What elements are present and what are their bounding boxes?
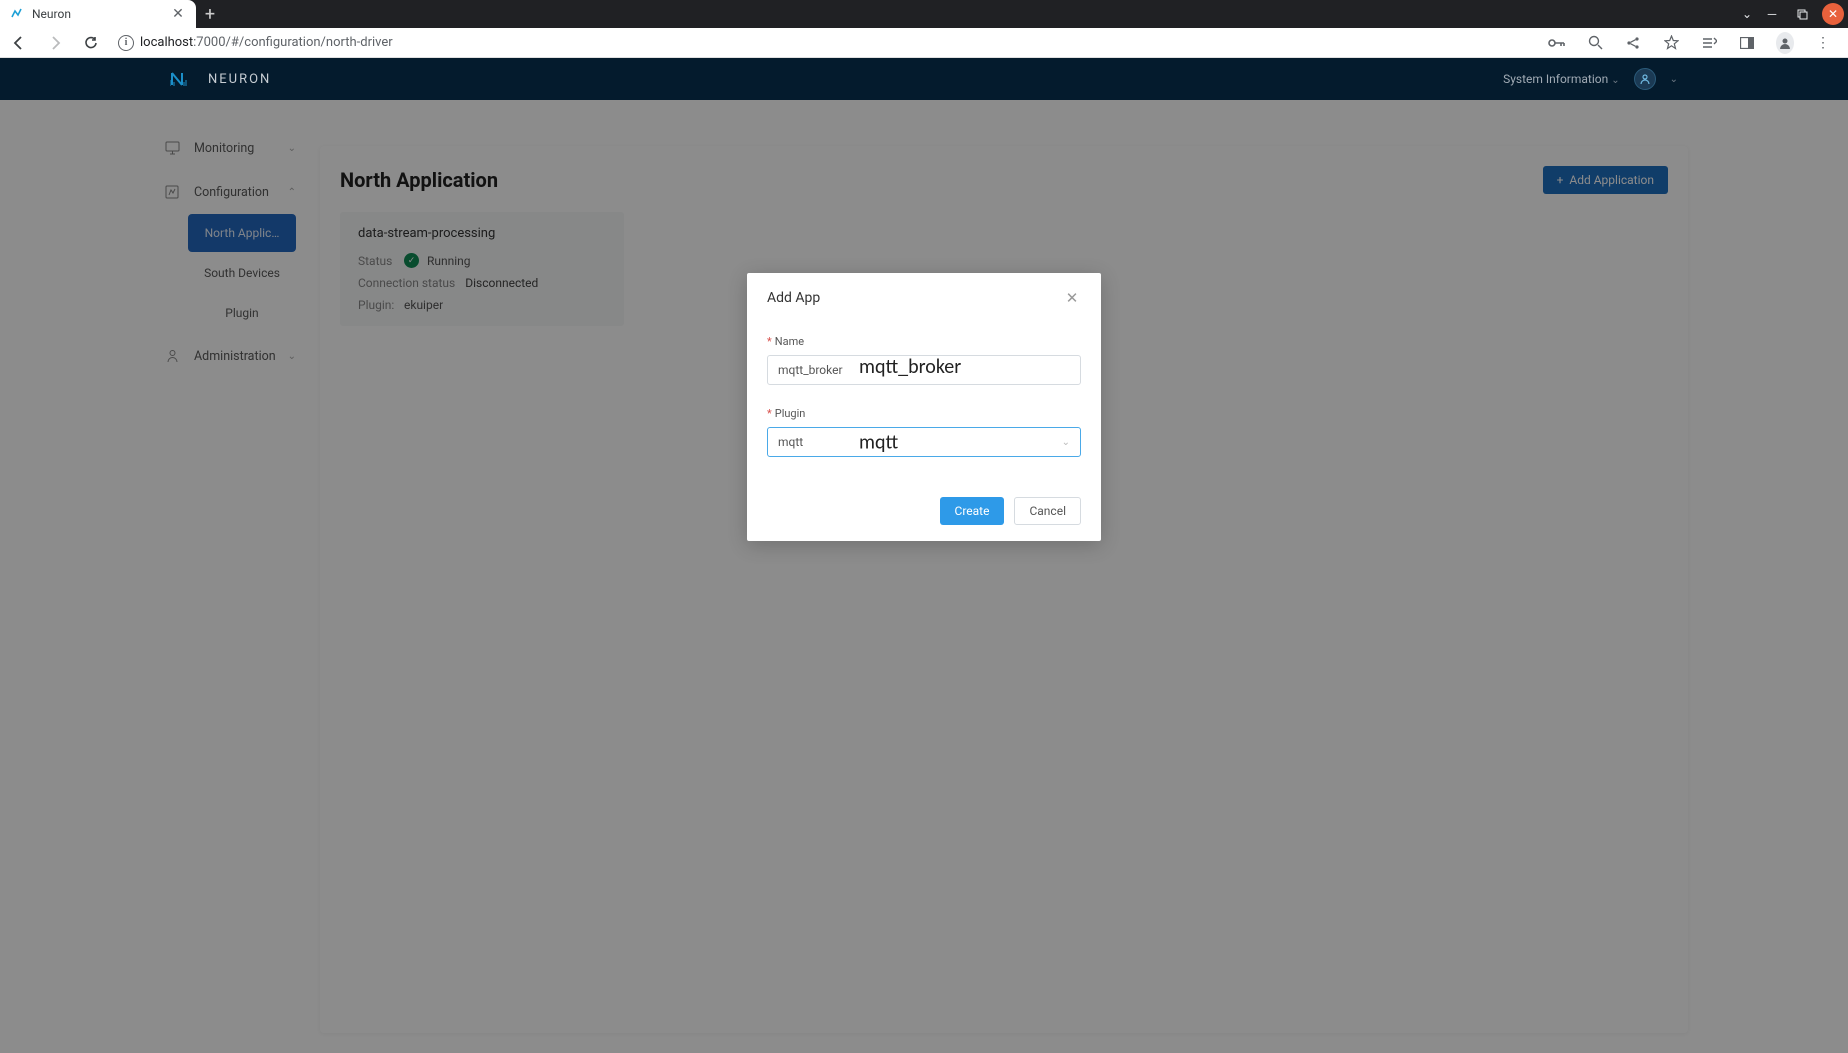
chevron-down-icon[interactable]: ⌄ (1670, 74, 1678, 85)
cancel-button[interactable]: Cancel (1014, 497, 1081, 525)
nav-reload-icon[interactable] (82, 34, 100, 52)
modal-title: Add App (767, 290, 820, 306)
chevron-down-icon: ⌄ (1062, 437, 1070, 448)
user-avatar-icon[interactable] (1634, 68, 1656, 90)
window-close-icon[interactable]: ✕ (1822, 3, 1844, 25)
share-icon[interactable] (1624, 36, 1642, 50)
nav-forward-icon (46, 34, 64, 52)
side-panel-icon[interactable] (1738, 37, 1756, 49)
tab-title: Neuron (32, 7, 170, 21)
app-header: NEURON System Information ⌄ ⌄ (0, 58, 1848, 100)
system-info-link[interactable]: System Information ⌄ (1503, 72, 1620, 86)
url-host: localhost (140, 35, 193, 50)
zoom-icon[interactable] (1586, 35, 1604, 50)
window-minimize-icon[interactable]: ─ (1762, 4, 1782, 24)
url-path: :7000/#/configuration/north-driver (193, 35, 393, 50)
profile-avatar-icon[interactable] (1776, 32, 1794, 54)
window-maximize-icon[interactable] (1792, 4, 1812, 24)
chrome-menu-icon[interactable]: ⋮ (1814, 35, 1832, 51)
plugin-select-value: mqtt (778, 435, 803, 449)
reading-list-icon[interactable] (1700, 36, 1718, 50)
browser-address-bar: i localhost:7000/#/configuration/north-d… (0, 28, 1848, 58)
plugin-select[interactable]: mqtt ⌄ (767, 427, 1081, 457)
name-field-label: *Name (767, 335, 1081, 348)
tab-overflow-icon[interactable]: ⌄ (1742, 7, 1752, 21)
app-logo[interactable]: NEURON (170, 70, 271, 88)
chevron-down-icon: ⌄ (1611, 75, 1619, 86)
add-app-modal: Add App ✕ *Name mqtt_broker *Plugin mqtt… (747, 273, 1101, 541)
bookmark-star-icon[interactable] (1662, 35, 1680, 50)
site-info-icon[interactable]: i (118, 35, 134, 51)
logo-text: NEURON (208, 72, 271, 87)
browser-tab[interactable]: Neuron ✕ (0, 0, 196, 28)
close-icon[interactable]: ✕ (1063, 289, 1081, 307)
page-body: Monitoring ⌄ Configuration ⌃ North Appli… (0, 100, 1848, 1053)
browser-tab-strip: Neuron ✕ + ⌄ ─ ✕ (0, 0, 1848, 28)
plugin-field-label: *Plugin (767, 407, 1081, 420)
new-tab-button[interactable]: + (196, 0, 224, 28)
modal-backdrop[interactable] (0, 100, 1848, 1053)
password-key-icon[interactable] (1548, 37, 1566, 49)
url-display[interactable]: i localhost:7000/#/configuration/north-d… (118, 35, 1548, 51)
tab-close-icon[interactable]: ✕ (170, 6, 186, 22)
tab-favicon (10, 7, 24, 21)
nav-back-icon[interactable] (10, 34, 28, 52)
name-input[interactable] (767, 355, 1081, 385)
logo-mark-icon (170, 70, 198, 88)
create-button[interactable]: Create (940, 497, 1005, 525)
